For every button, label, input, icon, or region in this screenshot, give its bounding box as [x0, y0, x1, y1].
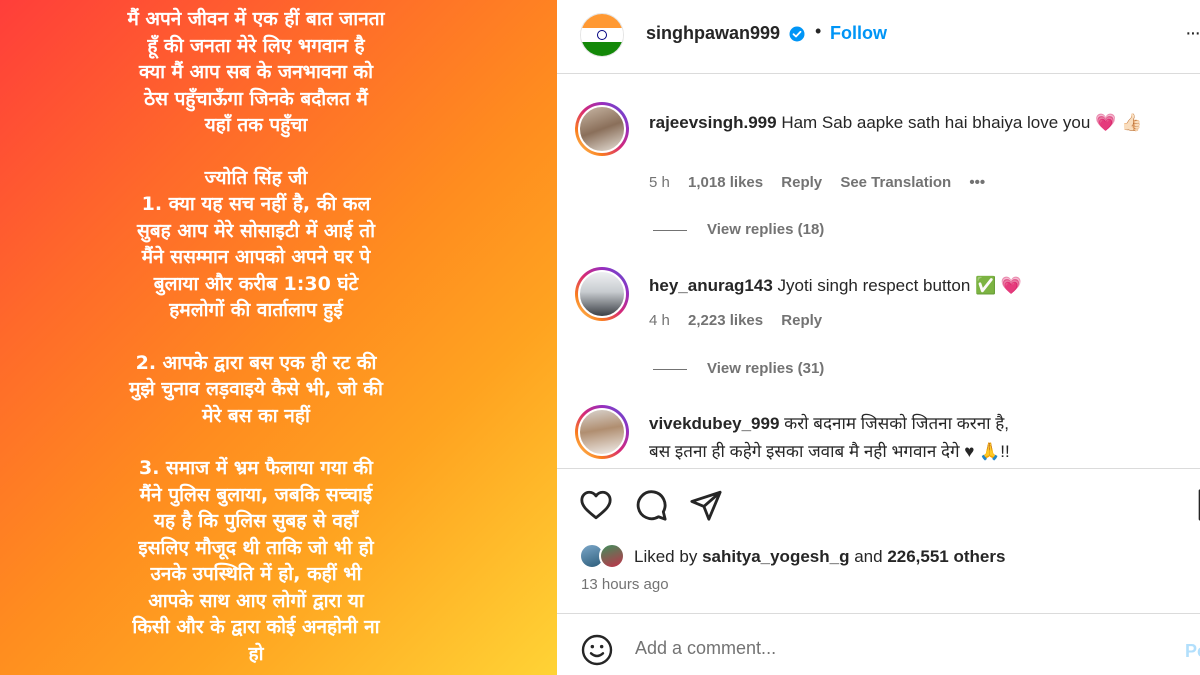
comment-body: Jyoti singh respect button	[777, 276, 971, 295]
see-translation-button[interactable]: See Translation	[840, 174, 951, 191]
comment-time: 5 h	[649, 174, 670, 191]
follow-button[interactable]: Follow	[830, 23, 887, 44]
post-text-line: 3. समाज में भ्रम फैलाया गया की	[139, 457, 373, 479]
emoji-smiley-icon[interactable]	[581, 634, 613, 666]
post-text-line: मेरे बस का नहीं	[202, 404, 310, 427]
post-text-line: आपके साथ आए लोगों द्वारा या	[148, 589, 364, 612]
commenter-username[interactable]: vivekdubey_999	[649, 414, 779, 433]
post-text-line: ठेस पहुँचाऊँगा जिनके बदौलत मैं	[144, 87, 368, 110]
post-timestamp[interactable]: 13 hours ago	[581, 576, 669, 593]
commenter-avatar[interactable]	[575, 267, 629, 321]
post-paragraph: मैं अपने जीवन में एक हीं बात जानता हूँ की…	[0, 6, 512, 139]
post-text-line: हो	[248, 642, 264, 665]
post-text-line: यह है कि पुलिस सुबह से वहाँ	[153, 510, 359, 532]
post-text-line: किसी और के द्वारा कोई अनहोनी ना	[132, 616, 380, 638]
post-paragraph: 2. आपके द्वारा बस एक ही रट की मुझे चुनाव …	[0, 350, 512, 430]
comment-meta: 4 h 2,223 likes Reply	[649, 312, 836, 329]
liked-by-avatars[interactable]	[579, 543, 629, 571]
post-text: मैं अपने जीवन में एक हीं बात जानता हूँ की…	[0, 6, 512, 675]
post-image[interactable]: मैं अपने जीवन में एक हीं बात जानता हूँ की…	[0, 0, 557, 675]
comment-time: 4 h	[649, 312, 670, 329]
post-text-line: यहाँ तक पहुँचा	[204, 114, 308, 136]
post-text-line: मैंने पुलिस बुलाया, जबकि सच्चाई	[139, 483, 373, 506]
post-text-line: 2. आपके द्वारा बस एक ही रट की	[135, 351, 377, 374]
likes-count[interactable]: 226,551 others	[887, 547, 1005, 566]
post-paragraph: 3. समाज में भ्रम फैलाया गया की मैंने पुलि…	[0, 455, 512, 667]
comment-body: करो बदनाम जिसको जितना करना है,	[784, 414, 1010, 433]
header-separator: •	[815, 21, 822, 41]
india-flag-icon	[581, 14, 623, 56]
like-heart-icon[interactable]	[579, 488, 613, 522]
post-text-line: हमलोगों की वार्तालाप हुई	[169, 299, 343, 321]
add-comment-bar: Po	[557, 613, 1200, 675]
save-bookmark-icon[interactable]	[1193, 488, 1200, 522]
commenter-avatar[interactable]	[575, 102, 629, 156]
post-text-line: क्या मैं आप सब के जनभावना को	[138, 61, 374, 83]
more-options-icon[interactable]: ···	[1185, 22, 1200, 45]
comment-emoji: ✅ 💗	[975, 276, 1023, 295]
post-header: singhpawan999 • Follow ···	[557, 0, 1200, 74]
comment-meta: 5 h 1,018 likes Reply See Translation ••…	[649, 174, 999, 191]
post-text-line: बुलाया और करीब 1:30 घंटे	[153, 272, 359, 295]
share-send-icon[interactable]	[689, 488, 723, 522]
post-text-line: मैं अपने जीवन में एक हीं बात जानता	[127, 8, 385, 30]
comment-text: vivekdubey_999 करो बदनाम जिसको जितना करन…	[649, 410, 1169, 466]
comment-text: hey_anurag143 Jyoti singh respect button…	[649, 272, 1169, 300]
commenter-username[interactable]: rajeevsingh.999	[649, 113, 777, 132]
post-text-line: इसलिए मौजूद थी ताकि जो भी हो	[138, 536, 374, 559]
post-comment-button[interactable]: Po	[1185, 641, 1200, 662]
comment-body: Ham Sab aapke sath hai bhaiya love you	[781, 113, 1091, 132]
post-side-panel: singhpawan999 • Follow ··· rajeevsingh.9…	[557, 0, 1200, 675]
post-text-line: 1. क्या यह सच नहीं है, की कल	[141, 193, 371, 215]
comment-bubble-icon[interactable]	[634, 488, 668, 522]
post-paragraph: ज्योति सिंह जी 1. क्या यह सच नहीं है, की …	[0, 165, 512, 324]
post-text-line: मुझे चुनाव लड़वाइये कैसे भी, जो की	[129, 378, 383, 400]
comment-emoji: 💗 👍🏻	[1095, 113, 1143, 132]
comment-likes[interactable]: 1,018 likes	[688, 174, 763, 191]
post-actions	[557, 468, 1200, 538]
verified-badge-icon	[789, 26, 805, 42]
author-avatar[interactable]	[580, 13, 624, 57]
view-replies-button[interactable]: View replies (31)	[653, 360, 824, 377]
reply-button[interactable]: Reply	[781, 312, 822, 329]
post-text-line: ज्योति सिंह जी	[204, 166, 308, 189]
comment-options-icon[interactable]: •••	[969, 174, 985, 191]
post-text-line: मैंने ससम्मान आपको अपने घर पे	[141, 246, 371, 268]
add-comment-input[interactable]	[635, 638, 1155, 659]
post-text-line: उनके उपस्थिति में हो, कहीं भी	[150, 563, 362, 585]
comment-text: rajeevsingh.999 Ham Sab aapke sath hai b…	[649, 109, 1169, 137]
liked-by-username[interactable]: sahitya_yogesh_g	[702, 547, 849, 566]
reply-button[interactable]: Reply	[781, 174, 822, 191]
post-text-line: हूँ की जनता मेरे लिए भगवान है	[147, 34, 365, 57]
likes-text: Liked by sahitya_yogesh_g and 226,551 ot…	[634, 547, 1006, 566]
author-username[interactable]: singhpawan999	[646, 23, 780, 44]
post-text-line: सुबह आप मेरे सोसाइटी में आई तो	[136, 219, 376, 242]
commenter-username[interactable]: hey_anurag143	[649, 276, 773, 295]
comment-body: बस इतना ही कहेगे इसका जवाब मै नही भगवान …	[649, 442, 1010, 461]
comment-likes[interactable]: 2,223 likes	[688, 312, 763, 329]
view-replies-button[interactable]: View replies (18)	[653, 221, 824, 238]
commenter-avatar[interactable]	[575, 405, 629, 459]
